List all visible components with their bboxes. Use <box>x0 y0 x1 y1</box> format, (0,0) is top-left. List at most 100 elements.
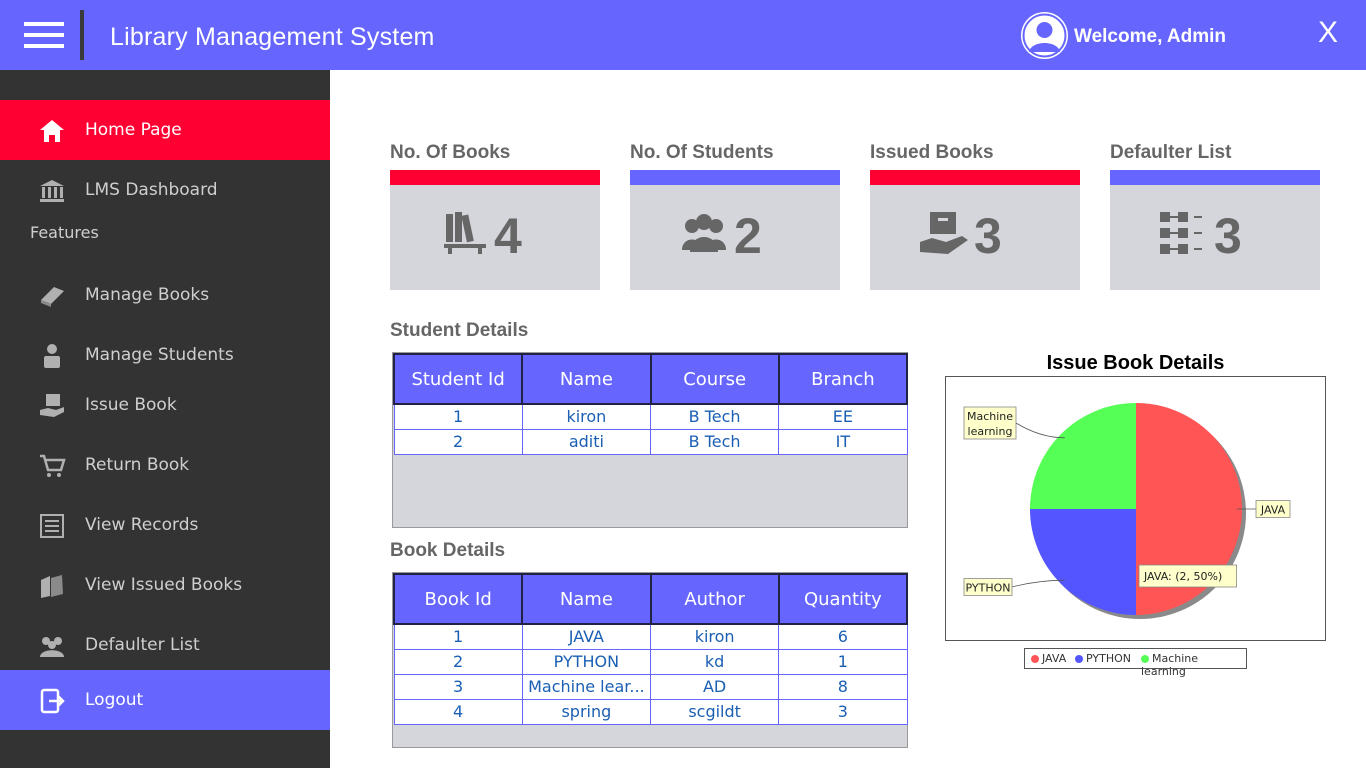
column-header[interactable]: Student Id <box>392 353 524 405</box>
admin-avatar-icon[interactable] <box>1021 12 1068 59</box>
stat-card-defaulter-list[interactable]: 3 <box>1110 170 1320 290</box>
sidebar-item-issue-book[interactable]: Issue Book <box>0 375 330 435</box>
column-header[interactable]: Author <box>649 573 780 625</box>
bank-icon <box>38 177 66 205</box>
legend-swatch <box>1031 655 1039 663</box>
table-cell: 8 <box>778 673 908 700</box>
table-cell: spring <box>521 698 652 725</box>
column-header[interactable]: Quantity <box>777 573 909 625</box>
table-row[interactable]: 2 PYTHON kd 1 <box>393 648 908 675</box>
table-cell: Machine lear... <box>521 673 652 700</box>
student-icon <box>38 342 66 370</box>
table-cell: kd <box>649 648 780 675</box>
sidebar-item-lms-dashboard[interactable]: LMS Dashboard <box>0 160 330 220</box>
table-header-row: Student Id Name Course Branch <box>392 353 909 405</box>
features-section-label: Features <box>30 223 99 242</box>
stat-card-books[interactable]: 4 <box>390 170 600 290</box>
sidebar-item-view-issued-books[interactable]: View Issued Books <box>0 555 330 615</box>
sidebar-item-logout[interactable]: Logout <box>0 670 330 730</box>
column-header[interactable]: Book Id <box>392 573 524 625</box>
table-cell: scgildt <box>649 698 780 725</box>
legend-label: Machine learning <box>1141 652 1199 678</box>
pie-chart[interactable]: JAVA PYTHON Machine learning JAVA: (2, 50%) <box>945 376 1326 641</box>
sidebar-item-view-records[interactable]: View Records <box>0 495 330 555</box>
list-icon <box>38 512 66 540</box>
sidebar-item-label: Manage Books <box>85 285 210 305</box>
table-cell: kiron <box>649 623 780 650</box>
header-divider <box>80 10 84 60</box>
legend-label: PYTHON <box>1086 652 1131 665</box>
stat-title-students: No. Of Students <box>630 142 774 163</box>
sidebar-item-label: LMS Dashboard <box>85 180 218 200</box>
sidebar-item-label: Issue Book <box>85 395 177 415</box>
column-header[interactable]: Name <box>521 573 652 625</box>
sidebar-item-label: Defaulter List <box>85 635 200 655</box>
legend-swatch <box>1141 655 1149 663</box>
sidebar-item-label: Home Page <box>85 120 182 140</box>
stat-card-students[interactable]: 2 <box>630 170 840 290</box>
chart-legend: JAVA PYTHON Machine learning <box>1024 648 1247 678</box>
slice-label: JAVA <box>1260 504 1286 517</box>
pie-slice-machine-learning[interactable] <box>1030 403 1136 509</box>
table-cell: EE <box>778 403 908 430</box>
cart-return-icon <box>38 452 66 480</box>
welcome-text: Welcome, Admin <box>1074 26 1227 47</box>
legend-swatch <box>1075 655 1083 663</box>
stat-title-defaulter-list: Defaulter List <box>1110 142 1232 163</box>
legend-item-python: PYTHON <box>1075 652 1131 665</box>
table-row[interactable]: 3 Machine lear... AD 8 <box>393 673 908 700</box>
group-icon <box>678 210 730 260</box>
sidebar-item-label: Manage Students <box>85 345 234 365</box>
close-button[interactable]: X <box>1318 16 1338 50</box>
stat-count-students: 2 <box>734 208 762 264</box>
table-row[interactable]: 1 JAVA kiron 6 <box>393 623 908 650</box>
pie-chart-svg: JAVA PYTHON Machine learning JAVA: (2, 50%) <box>963 403 1291 619</box>
books-icon <box>38 572 66 600</box>
card-accent-bar <box>630 170 840 185</box>
logout-icon <box>38 687 66 715</box>
sidebar-item-label: Return Book <box>85 455 190 475</box>
column-header[interactable]: Branch <box>777 353 909 405</box>
card-accent-bar <box>870 170 1080 185</box>
chart-title: Issue Book Details <box>1046 352 1225 374</box>
column-header[interactable]: Course <box>649 353 780 405</box>
table-cell: 1 <box>778 648 908 675</box>
stat-title-issued-books: Issued Books <box>870 142 994 163</box>
stat-title-books: No. Of Books <box>390 142 511 163</box>
sidebar-item-home-page[interactable]: Home Page <box>0 100 330 160</box>
table-cell: 3 <box>393 673 523 700</box>
student-details-title: Student Details <box>390 320 529 341</box>
stat-card-issued-books[interactable]: 3 <box>870 170 1080 290</box>
table-cell: B Tech <box>649 403 780 430</box>
sidebar-item-manage-books[interactable]: Manage Books <box>0 265 330 325</box>
table-cell: 1 <box>393 623 523 650</box>
pie-slice-python[interactable] <box>1030 509 1136 615</box>
card-accent-bar <box>1110 170 1320 185</box>
table-cell: AD <box>649 673 780 700</box>
book-details-title: Book Details <box>390 540 506 561</box>
column-header[interactable]: Name <box>521 353 652 405</box>
sidebar: Home Page LMS Dashboard Features Manage … <box>0 70 330 768</box>
table-row[interactable]: 1 kiron B Tech EE <box>393 403 908 430</box>
sidebar-item-defaulter-list[interactable]: Defaulter List <box>0 615 330 675</box>
book-details-table[interactable]: Book Id Name Author Quantity 1 JAVA kiro… <box>392 572 909 748</box>
sidebar-item-return-book[interactable]: Return Book <box>0 435 330 495</box>
table-cell: 3 <box>778 698 908 725</box>
home-icon <box>38 117 66 145</box>
table-cell: 2 <box>393 428 523 455</box>
table-cell: JAVA <box>521 623 652 650</box>
header-bar: Library Management System Welcome, Admin… <box>0 0 1366 70</box>
chart-tooltip: JAVA: (2, 50%) <box>1143 570 1222 583</box>
legend-item-java: JAVA <box>1031 652 1066 665</box>
card-accent-bar <box>390 170 600 185</box>
table-row[interactable]: 2 aditi B Tech IT <box>393 428 908 455</box>
student-details-table[interactable]: Student Id Name Course Branch 1 kiron B … <box>392 352 909 528</box>
table-cell: 4 <box>393 698 523 725</box>
stat-count-defaulter-list: 3 <box>1214 208 1242 264</box>
table-cell: PYTHON <box>521 648 652 675</box>
table-cell: aditi <box>521 428 652 455</box>
menu-icon[interactable] <box>24 22 64 48</box>
legend-label: JAVA <box>1042 652 1067 665</box>
stat-count-issued-books: 3 <box>974 208 1002 264</box>
table-row[interactable]: 4 spring scgildt 3 <box>393 698 908 725</box>
